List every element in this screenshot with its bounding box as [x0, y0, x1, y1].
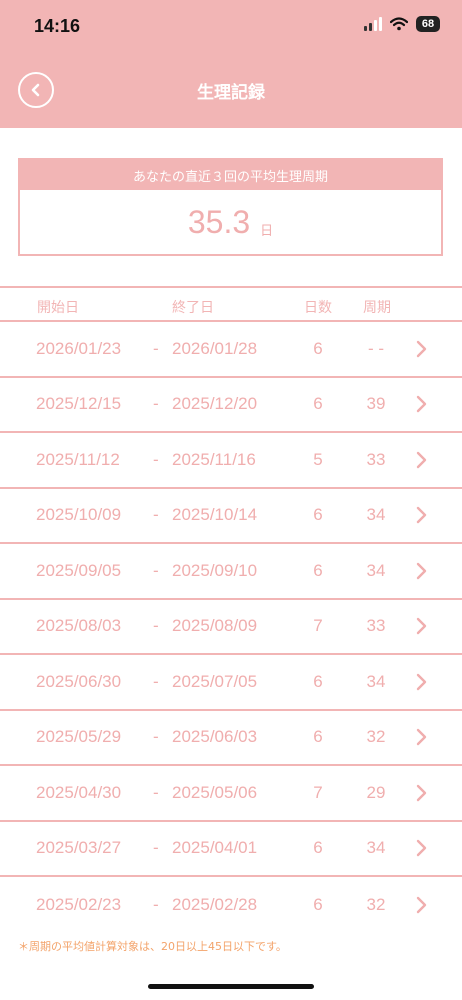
row-start-date: 2025/05/29: [36, 727, 122, 747]
row-separator: -: [153, 394, 159, 414]
row-separator: -: [153, 338, 159, 358]
table-row[interactable]: 2025/08/03 - 2025/08/09 7 33: [0, 600, 462, 655]
table-row[interactable]: 2025/02/23 - 2025/02/28 6 32: [0, 877, 462, 933]
average-cycle-body: 35.3 日: [20, 190, 441, 254]
chevron-right-icon: [416, 896, 427, 913]
status-time: 14:16: [34, 16, 81, 36]
chevron-right-icon: [416, 784, 427, 801]
row-separator: -: [153, 838, 159, 858]
row-end-date: 2025/06/03: [172, 727, 258, 747]
row-days: 6: [313, 338, 323, 358]
row-end-date: 2025/12/20: [172, 394, 258, 414]
average-cycle-heading: あなたの直近３回の平均生理周期: [20, 160, 441, 190]
row-end-date: 2025/05/06: [172, 782, 258, 802]
average-cycle-card: あなたの直近３回の平均生理周期 35.3 日: [18, 158, 443, 256]
status-icons: 68: [364, 16, 440, 32]
chevron-right-icon: [416, 673, 427, 690]
chevron-right-icon: [416, 729, 427, 746]
row-start-date: 2025/06/30: [36, 671, 122, 691]
period-record-list: 2026/01/23 - 2026/01/28 6 - - 2025/12/15…: [0, 322, 462, 933]
row-end-date: 2025/07/05: [172, 671, 258, 691]
row-start-date: 2025/02/23: [36, 894, 122, 914]
row-cycle: 32: [366, 727, 386, 747]
row-separator: -: [153, 616, 159, 636]
page-title: 生理記録: [197, 83, 265, 103]
chevron-right-icon: [416, 840, 427, 857]
table-row[interactable]: 2025/05/29 - 2025/06/03 6 32: [0, 711, 462, 766]
row-cycle: 34: [366, 505, 386, 525]
row-end-date: 2025/11/16: [172, 449, 256, 469]
chevron-right-icon: [416, 562, 427, 579]
row-days: 6: [313, 394, 323, 414]
row-days: 6: [313, 505, 323, 525]
home-indicator: [148, 984, 314, 989]
row-end-date: 2025/09/10: [172, 560, 258, 580]
table-row[interactable]: 2025/12/15 - 2025/12/20 6 39: [0, 378, 462, 433]
row-cycle: 39: [366, 394, 386, 414]
chevron-right-icon: [416, 340, 427, 357]
header-cycle: 周期: [363, 300, 391, 316]
header-start-date: 開始日: [37, 300, 79, 316]
row-start-date: 2026/01/23: [36, 338, 122, 358]
row-separator: -: [153, 449, 159, 469]
chevron-right-icon: [416, 618, 427, 635]
table-row[interactable]: 2025/11/12 - 2025/11/16 5 33: [0, 433, 462, 489]
row-start-date: 2025/04/30: [36, 782, 122, 802]
table-row[interactable]: 2025/09/05 - 2025/09/10 6 34: [0, 544, 462, 600]
row-days: 6: [313, 727, 323, 747]
row-cycle: 34: [366, 560, 386, 580]
row-end-date: 2025/10/14: [172, 505, 258, 525]
table-row[interactable]: 2026/01/23 - 2026/01/28 6 - -: [0, 322, 462, 378]
row-cycle: - -: [367, 338, 385, 358]
row-cycle: 33: [366, 449, 386, 469]
table-header: 開始日 終了日 日数 周期: [0, 286, 462, 322]
row-days: 6: [313, 560, 323, 580]
table-row[interactable]: 2025/10/09 - 2025/10/14 6 34: [0, 489, 462, 544]
header-days: 日数: [304, 300, 332, 316]
cellular-signal-icon: [364, 17, 382, 31]
row-days: 6: [313, 671, 323, 691]
row-days: 7: [313, 616, 323, 636]
row-separator: -: [153, 505, 159, 525]
row-separator: -: [153, 894, 159, 914]
row-cycle: 34: [366, 838, 386, 858]
chevron-right-icon: [416, 451, 427, 468]
wifi-icon: [390, 17, 408, 31]
row-separator: -: [153, 727, 159, 747]
table-row[interactable]: 2025/06/30 - 2025/07/05 6 34: [0, 655, 462, 711]
average-cycle-value: 35.3: [187, 203, 251, 240]
row-days: 6: [313, 838, 323, 858]
row-start-date: 2025/08/03: [36, 616, 122, 636]
footnote: ＊周期の平均値計算対象は、20日以上45日以下です。: [18, 940, 287, 953]
battery-icon: 68: [416, 16, 440, 32]
header-end-date: 終了日: [172, 300, 214, 316]
table-row[interactable]: 2025/03/27 - 2025/04/01 6 34: [0, 822, 462, 877]
row-cycle: 32: [366, 894, 386, 914]
row-start-date: 2025/11/12: [36, 449, 120, 469]
average-cycle-unit: 日: [260, 223, 274, 239]
row-end-date: 2026/01/28: [172, 338, 258, 358]
row-separator: -: [153, 671, 159, 691]
row-days: 5: [313, 449, 323, 469]
row-start-date: 2025/12/15: [36, 394, 122, 414]
chevron-right-icon: [416, 396, 427, 413]
row-cycle: 29: [366, 782, 386, 802]
row-cycle: 33: [366, 616, 386, 636]
row-end-date: 2025/08/09: [172, 616, 258, 636]
row-start-date: 2025/10/09: [36, 505, 122, 525]
row-separator: -: [153, 782, 159, 802]
row-days: 7: [313, 782, 323, 802]
row-cycle: 34: [366, 671, 386, 691]
chevron-right-icon: [416, 507, 427, 524]
nav-bar: 生理記録: [0, 56, 462, 128]
table-row[interactable]: 2025/04/30 - 2025/05/06 7 29: [0, 766, 462, 822]
row-end-date: 2025/02/28: [172, 894, 258, 914]
row-days: 6: [313, 894, 323, 914]
row-start-date: 2025/09/05: [36, 560, 122, 580]
row-end-date: 2025/04/01: [172, 838, 258, 858]
row-separator: -: [153, 560, 159, 580]
status-bar: 14:16 68: [0, 0, 462, 56]
row-start-date: 2025/03/27: [36, 838, 122, 858]
